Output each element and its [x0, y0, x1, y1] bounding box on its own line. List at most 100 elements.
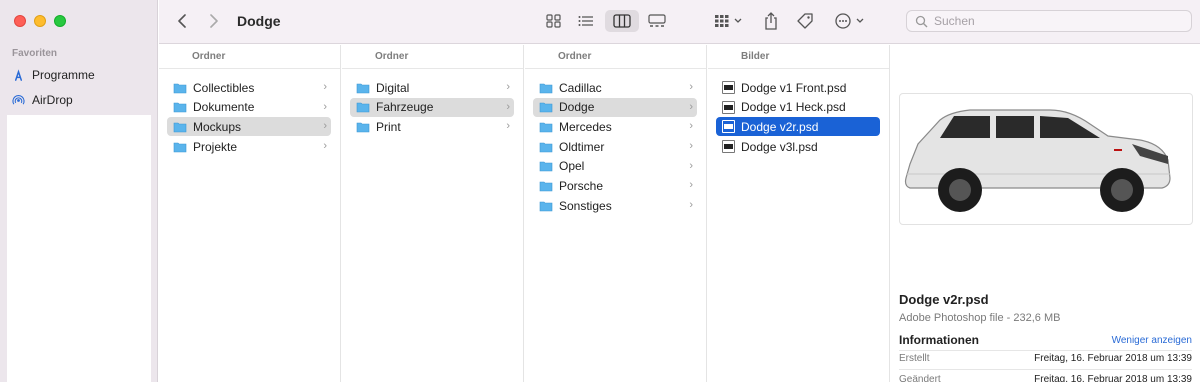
chevron-right-icon: ›	[689, 140, 693, 153]
view-columns-button[interactable]	[605, 10, 639, 32]
chevron-right-icon: ›	[689, 199, 693, 212]
folder-icon	[539, 83, 553, 93]
group-by-button[interactable]	[711, 10, 747, 32]
folder-row-projekte[interactable]: Projekte ›	[167, 137, 331, 156]
sidebar-item-programme[interactable]: Programme	[12, 66, 95, 84]
chevron-right-icon: ›	[689, 159, 693, 172]
folder-row-cadillac[interactable]: Cadillac ›	[533, 78, 697, 97]
file-preview-image	[899, 93, 1193, 225]
more-actions-button[interactable]	[833, 10, 869, 32]
column-header: Ordner	[342, 45, 523, 69]
row-label: Digital	[376, 80, 410, 95]
folder-row-dodge[interactable]: Dodge ›	[533, 97, 697, 117]
search-placeholder: Suchen	[934, 14, 975, 28]
preview-info-heading: Informationen	[899, 333, 979, 347]
search-icon	[915, 15, 928, 27]
row-label: Dokumente	[193, 100, 255, 115]
chevron-right-icon: ›	[689, 179, 693, 192]
sidebar-item-label: AirDrop	[32, 93, 73, 107]
info-key: Geändert	[899, 374, 941, 382]
folder-icon	[356, 102, 370, 113]
minimize-window-button[interactable]	[34, 15, 46, 27]
sidebar-item-label: Programme	[32, 68, 95, 82]
folder-row-digital[interactable]: Digital ›	[350, 78, 514, 97]
folder-icon	[356, 83, 370, 93]
sidebar: Favoriten Programme AirDrop	[0, 0, 158, 382]
columns-icon	[613, 14, 631, 28]
column-1: Ordner Collectibles › Dokumente › Mockup…	[159, 45, 341, 382]
chevron-right-icon: ›	[689, 81, 693, 93]
psd-file-icon	[722, 140, 735, 154]
row-label: Cadillac	[559, 80, 602, 95]
list-icon	[578, 16, 593, 26]
divider	[899, 369, 1192, 370]
view-gallery-button[interactable]	[643, 10, 671, 32]
window-title: Dodge	[237, 13, 281, 29]
folder-icon	[539, 181, 553, 192]
zoom-window-button[interactable]	[54, 15, 66, 27]
folder-row-mockups[interactable]: Mockups ›	[167, 117, 331, 137]
folder-row-collectibles[interactable]: Collectibles ›	[167, 78, 331, 97]
folder-icon	[173, 102, 187, 113]
info-row-created: Erstellt Freitag, 16. Februar 2018 um 13…	[899, 353, 1192, 364]
folder-icon	[539, 122, 553, 133]
file-row-dodge-v3l[interactable]: Dodge v3l.psd	[716, 137, 880, 156]
tags-button[interactable]	[793, 10, 817, 32]
back-button[interactable]	[173, 12, 191, 30]
show-less-link[interactable]: Weniger anzeigen	[1112, 335, 1192, 346]
preview-file-type: Adobe Photoshop file - 232,6 MB	[899, 312, 1061, 324]
row-label: Dodge v3l.psd	[741, 139, 818, 154]
chevron-right-icon: ›	[506, 120, 510, 133]
folder-row-dokumente[interactable]: Dokumente ›	[167, 98, 331, 117]
folder-icon	[539, 142, 553, 152]
preview-file-name: Dodge v2r.psd	[899, 292, 989, 307]
folder-row-opel[interactable]: Opel ›	[533, 157, 697, 176]
chevron-right-icon: ›	[689, 120, 693, 133]
toolbar: Dodge Suchen	[159, 0, 1200, 44]
row-label: Dodge v1 Heck.psd	[741, 100, 846, 115]
row-label: Dodge v2r.psd	[741, 119, 819, 134]
close-window-button[interactable]	[14, 15, 26, 27]
forward-button[interactable]	[205, 12, 223, 30]
row-label: Mockups	[193, 119, 242, 134]
row-label: Dodge	[559, 100, 595, 115]
psd-file-icon	[722, 100, 735, 114]
row-label: Oldtimer	[559, 139, 605, 154]
info-value: Freitag, 16. Februar 2018 um 13:39	[1034, 374, 1192, 382]
folder-row-mercedes[interactable]: Mercedes ›	[533, 117, 697, 136]
gallery-icon	[648, 14, 666, 27]
folder-row-sonstiges[interactable]: Sonstiges ›	[533, 196, 697, 215]
info-key: Erstellt	[899, 353, 930, 364]
row-label: Sonstiges	[559, 198, 612, 213]
chevron-right-icon: ›	[689, 100, 693, 113]
folder-icon	[539, 161, 553, 172]
search-field[interactable]: Suchen	[906, 10, 1192, 32]
folder-icon	[173, 83, 187, 93]
row-label: Opel	[559, 159, 585, 174]
sidebar-item-airdrop[interactable]: AirDrop	[12, 91, 73, 109]
row-label: Porsche	[559, 178, 604, 193]
sidebar-heading-favorites: Favoriten	[12, 48, 58, 59]
chevron-right-icon: ›	[323, 140, 327, 153]
row-label: Projekte	[193, 139, 238, 154]
window-controls	[14, 15, 66, 27]
folder-row-porsche[interactable]: Porsche ›	[533, 176, 697, 195]
psd-file-icon	[722, 120, 735, 134]
row-label: Fahrzeuge	[376, 100, 434, 115]
file-row-dodge-v1-front[interactable]: Dodge v1 Front.psd	[716, 78, 880, 97]
chevron-right-icon: ›	[323, 100, 327, 113]
ellipsis-circle-icon	[835, 13, 864, 29]
folder-row-fahrzeuge[interactable]: Fahrzeuge ›	[350, 97, 514, 117]
view-list-button[interactable]	[573, 10, 599, 32]
folder-row-print[interactable]: Print ›	[350, 117, 514, 136]
chevron-right-icon: ›	[506, 100, 510, 113]
folder-row-oldtimer[interactable]: Oldtimer ›	[533, 137, 697, 156]
column-header: Bilder	[708, 45, 889, 69]
file-row-dodge-v2r[interactable]: Dodge v2r.psd	[716, 117, 880, 137]
share-button[interactable]	[759, 10, 783, 32]
row-label: Mercedes	[559, 119, 612, 134]
view-icons-button[interactable]	[541, 10, 567, 32]
file-row-dodge-v1-heck[interactable]: Dodge v1 Heck.psd	[716, 98, 880, 117]
psd-file-icon	[722, 81, 735, 94]
sidebar-blank-area	[7, 115, 151, 382]
